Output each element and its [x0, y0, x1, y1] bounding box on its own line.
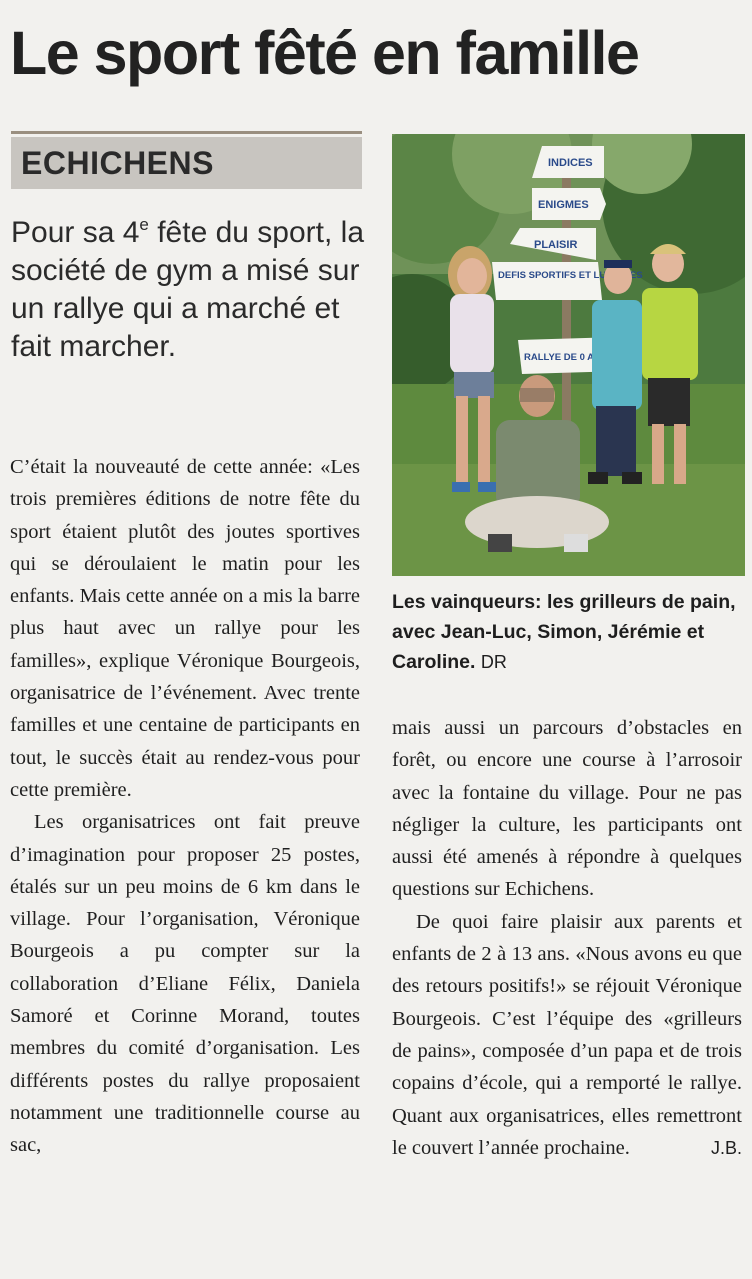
photo-illustration: INDICES ENIGMES PLAISIR DEFIS SPORTIFS E…: [392, 134, 745, 576]
body-paragraph-3: De quoi faire plaisir aux parents et enf…: [392, 906, 742, 1164]
body-paragraph-3-text: De quoi faire plaisir aux parents et enf…: [392, 910, 742, 1159]
photo-credit: DR: [480, 652, 507, 672]
body-paragraph-2: Les organisatrices ont fait preuve d’ima…: [10, 811, 360, 1157]
kicker-label: ECHICHENS: [21, 145, 214, 181]
photo-caption: Les vainqueurs: les grilleurs de pain, a…: [392, 587, 744, 677]
lead-paragraph: Pour sa 4e fête du sport, la société de …: [11, 214, 366, 366]
headline: Le sport fêté en famille: [10, 19, 640, 87]
author-signature: J.B.: [710, 1137, 742, 1158]
kicker-rule: [11, 131, 362, 134]
article-column-right: mais aussi un parcours d’obstacles en fo…: [392, 712, 742, 1164]
article-photo: INDICES ENIGMES PLAISIR DEFIS SPORTIFS E…: [392, 134, 745, 576]
sign-plaisir: PLAISIR: [534, 239, 577, 251]
article-column-left: C’était la nouveauté de cette année: «Le…: [10, 451, 360, 1162]
lead-superscript: e: [139, 215, 149, 234]
sign-indices: INDICES: [548, 157, 593, 169]
body-paragraph-2-continued: mais aussi un parcours d’obstacles en fo…: [392, 717, 742, 901]
lead-text-start: Pour sa 4: [11, 216, 140, 249]
body-paragraph-1: C’était la nouveauté de cette année: «Le…: [10, 456, 360, 801]
sign-enigmes: ENIGMES: [538, 199, 589, 211]
caption-text: Les vainqueurs: les grilleurs de pain, a…: [392, 591, 736, 673]
kicker-band: ECHICHENS: [11, 137, 362, 189]
